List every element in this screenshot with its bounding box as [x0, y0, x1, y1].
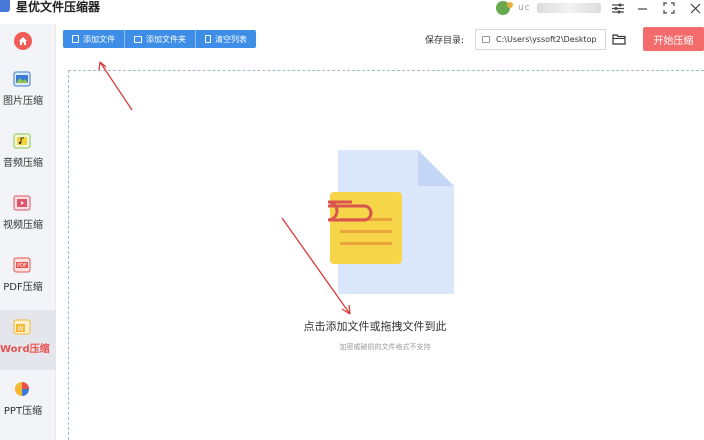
- sidebar-item-word[interactable]: W Word压缩: [0, 310, 56, 370]
- sidebar-item-label: 音频压缩: [3, 158, 43, 169]
- sidebar-item-pdf[interactable]: PDF PDF压缩: [0, 248, 56, 308]
- settings-icon[interactable]: [610, 0, 626, 16]
- file-icon: [72, 35, 79, 43]
- maximize-icon[interactable]: [661, 0, 677, 16]
- sidebar-item-label: PDF压缩: [3, 282, 43, 293]
- drop-hint-text: 点击添加文件或拖拽文件到此: [303, 320, 447, 333]
- pdf-icon: PDF: [13, 256, 31, 274]
- user-name: uc: [518, 3, 531, 13]
- user-info-blurred: [536, 3, 601, 13]
- image-icon: [13, 70, 31, 88]
- document-illustration-icon: [312, 146, 460, 298]
- clear-list-label: 清空列表: [215, 34, 247, 44]
- user-account[interactable]: uc: [496, 0, 601, 16]
- user-avatar[interactable]: [496, 1, 513, 15]
- video-icon: [13, 194, 31, 212]
- title-bar: 星优文件压缩器 uc: [0, 0, 704, 24]
- add-file-label: 添加文件: [83, 34, 115, 44]
- sidebar-item-video[interactable]: 视频压缩: [0, 186, 56, 246]
- save-path-value: C:\Users\yssoft2\Desktop: [496, 35, 597, 44]
- home-icon[interactable]: [14, 32, 32, 50]
- sidebar: 图片压缩 音频压缩 视频压缩 PDF PDF压缩 W Word压缩 PPT压缩: [0, 24, 56, 440]
- svg-text:PDF: PDF: [17, 263, 27, 269]
- drop-subhint-text: 加密或破损的文件格式不支持: [339, 343, 431, 351]
- sidebar-item-label: 视频压缩: [3, 220, 43, 231]
- close-icon[interactable]: [687, 0, 703, 16]
- sidebar-item-ppt[interactable]: PPT压缩: [0, 372, 56, 432]
- sidebar-item-audio[interactable]: 音频压缩: [0, 124, 56, 184]
- minimize-icon[interactable]: [634, 0, 650, 16]
- audio-icon: [13, 132, 31, 150]
- add-folder-label: 添加文件夹: [146, 34, 186, 44]
- sidebar-item-label: 图片压缩: [3, 96, 43, 107]
- sidebar-item-label: Word压缩: [0, 344, 50, 355]
- app-logo-icon: [0, 0, 10, 12]
- start-compress-button[interactable]: 开始压缩: [643, 27, 704, 51]
- toolbar: 添加文件 添加文件夹 清空列表: [63, 30, 256, 48]
- arrow-head: [98, 61, 107, 71]
- sidebar-item-label: PPT压缩: [3, 406, 43, 417]
- save-path-field[interactable]: C:\Users\yssoft2\Desktop: [475, 29, 606, 50]
- folder-icon: [482, 36, 490, 43]
- browse-folder-icon[interactable]: [611, 31, 627, 47]
- clear-list-button[interactable]: 清空列表: [196, 30, 256, 48]
- add-file-button[interactable]: 添加文件: [63, 30, 125, 48]
- word-icon: W: [13, 318, 31, 336]
- ppt-icon: [13, 380, 31, 398]
- sidebar-item-image[interactable]: 图片压缩: [0, 62, 56, 122]
- app-title: 星优文件压缩器: [16, 0, 101, 14]
- svg-text:W: W: [18, 326, 24, 333]
- trash-icon: [205, 35, 211, 43]
- save-directory-label: 保存目录:: [425, 36, 465, 46]
- folder-icon: [134, 35, 142, 43]
- add-folder-button[interactable]: 添加文件夹: [125, 30, 196, 48]
